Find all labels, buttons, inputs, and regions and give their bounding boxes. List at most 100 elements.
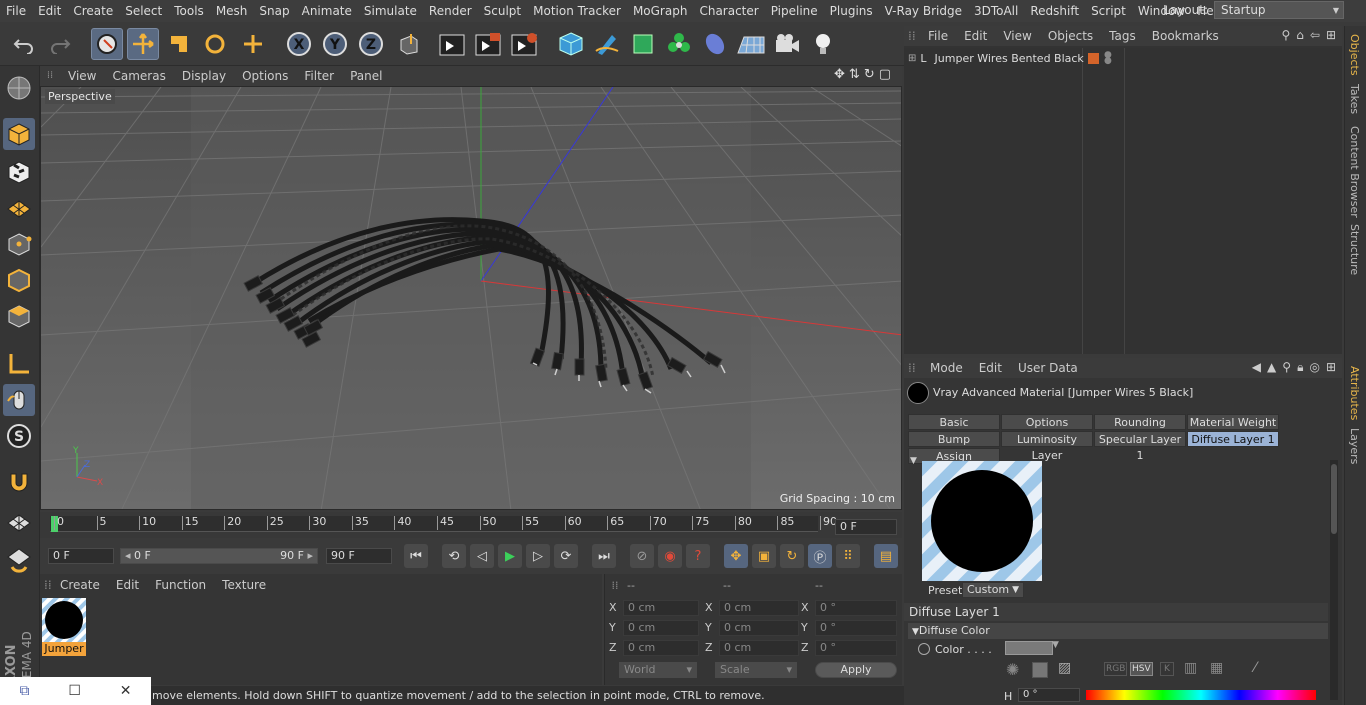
object-menu-file[interactable]: File	[928, 29, 948, 43]
coord-space-dropdown[interactable]: World ▾	[619, 662, 697, 678]
key-parameter-icon[interactable]: Ⓟ	[808, 544, 832, 568]
color-swatch[interactable]	[1005, 641, 1053, 655]
scale-icon[interactable]	[163, 28, 195, 60]
x-axis-icon[interactable]: X	[283, 28, 315, 60]
cloner-icon[interactable]	[663, 28, 695, 60]
tab-rounding[interactable]: Rounding	[1094, 414, 1186, 430]
menu-render[interactable]: Render	[423, 0, 478, 22]
menu-file[interactable]: File	[0, 0, 32, 22]
viewport-menu-view[interactable]: View	[60, 69, 104, 83]
object-menu-edit[interactable]: Edit	[964, 29, 987, 43]
next-key-icon[interactable]: ⟳	[554, 544, 578, 568]
coord-size-field[interactable]: 0 cm	[719, 600, 799, 616]
menu-snap[interactable]: Snap	[253, 0, 295, 22]
object-menu-bookmarks[interactable]: Bookmarks	[1152, 29, 1219, 43]
coord-mode-dropdown[interactable]: Scale ▾	[715, 662, 797, 678]
render-settings-icon[interactable]	[508, 28, 540, 60]
record-active-icon[interactable]: ◉	[658, 544, 682, 568]
snap-icon[interactable]: S	[3, 420, 35, 452]
light-icon[interactable]	[807, 28, 839, 60]
previous-key-icon[interactable]: ⟲	[442, 544, 466, 568]
animate-radio[interactable]	[918, 643, 930, 655]
back-arrow-icon[interactable]: ◀	[1252, 360, 1261, 375]
go-to-end-icon[interactable]: ⏭	[592, 544, 616, 568]
tab-bump[interactable]: Bump	[908, 431, 1000, 447]
attribute-menu-mode[interactable]: Mode	[930, 361, 963, 375]
workplane-icon[interactable]	[3, 508, 35, 540]
recent-tool-icon[interactable]	[237, 28, 269, 60]
range-slider[interactable]: ◂ 0 F 90 F ▸	[120, 548, 318, 564]
render-active-icon[interactable]	[472, 28, 504, 60]
coord-pos-field[interactable]: 0 cm	[623, 640, 699, 656]
subdivision-icon[interactable]	[627, 28, 659, 60]
color-dropdown-arrow-icon[interactable]: ▼	[1052, 640, 1059, 650]
pen-icon[interactable]	[591, 28, 623, 60]
timeline-window-icon[interactable]: ▤	[874, 544, 898, 568]
menu-select[interactable]: Select	[119, 0, 168, 22]
menu-plugins[interactable]: Plugins	[824, 0, 879, 22]
axis-mode-icon[interactable]	[3, 348, 35, 380]
z-axis-icon[interactable]: Z	[355, 28, 387, 60]
material-menu-texture[interactable]: Texture	[222, 578, 266, 592]
object-name[interactable]: Jumper Wires Bented Black	[935, 52, 1084, 65]
home-icon[interactable]: ⌂	[1296, 28, 1304, 42]
object-menu-objects[interactable]: Objects	[1048, 29, 1093, 43]
locked-workplane-icon[interactable]	[3, 544, 35, 576]
side-tab-attributes[interactable]: Attributes	[1348, 366, 1361, 420]
play-icon[interactable]: ▶	[498, 544, 522, 568]
new-window-icon[interactable]: ⊞	[1326, 28, 1336, 42]
side-tab-content-browser[interactable]: Content Browser	[1348, 126, 1361, 218]
kelvin-button[interactable]: K	[1160, 662, 1174, 676]
side-tab-structure[interactable]: Structure	[1348, 224, 1361, 275]
menu-motion-tracker[interactable]: Motion Tracker	[527, 0, 627, 22]
menu-mesh[interactable]: Mesh	[210, 0, 254, 22]
target-icon[interactable]: ◎	[1309, 360, 1319, 375]
swatches-icon[interactable]: ▦	[1210, 660, 1223, 676]
undo-icon[interactable]	[8, 28, 40, 60]
coord-rot-field[interactable]: 0 °	[815, 640, 897, 656]
key-pla-icon[interactable]: ⠿	[836, 544, 860, 568]
back-icon[interactable]: ⇦	[1310, 28, 1320, 42]
viewport-camera-label[interactable]: Perspective	[45, 89, 115, 104]
end-frame-field[interactable]: 90 F	[326, 548, 392, 564]
orbit-view-icon[interactable]: ↻	[864, 67, 875, 82]
workplane-mode-icon[interactable]	[3, 192, 35, 224]
tab-material-weight[interactable]: Material Weight	[1187, 414, 1279, 430]
side-tab-layers[interactable]: Layers	[1348, 428, 1361, 464]
viewport-menu-cameras[interactable]: Cameras	[104, 69, 173, 83]
material-menu-function[interactable]: Function	[155, 578, 206, 592]
timeline-ruler[interactable]: 0 5 10 15 20 25 30 35 40 45 50 55 60 65 70 75 80 85 90 0 F	[40, 512, 902, 538]
tab-specular-layer-1[interactable]: Specular Layer 1	[1094, 431, 1186, 462]
coord-size-field[interactable]: 0 cm	[719, 640, 799, 656]
material-preview[interactable]	[922, 461, 1042, 581]
new-window-icon[interactable]: ⊞	[1326, 360, 1336, 375]
maximize-view-icon[interactable]: ▢	[879, 67, 891, 82]
menu-edit[interactable]: Edit	[32, 0, 67, 22]
layout-dropdown[interactable]: Startup	[1214, 1, 1344, 19]
texture-mode-icon[interactable]	[3, 156, 35, 188]
restore-icon[interactable]: ⧉	[19, 683, 29, 699]
tab-diffuse-layer-1[interactable]: Diffuse Layer 1	[1187, 431, 1279, 447]
deformer-icon[interactable]	[699, 28, 731, 60]
viewport-menu-options[interactable]: Options	[234, 69, 296, 83]
preset-dropdown[interactable]: Custom ▼	[962, 582, 1024, 598]
close-icon[interactable]: ✕	[120, 683, 132, 699]
menu-redshift[interactable]: Redshift	[1024, 0, 1085, 22]
live-select-icon[interactable]	[91, 28, 123, 60]
color-mixer-icon[interactable]: ▥	[1184, 660, 1197, 676]
material-thumbnail[interactable]	[42, 598, 86, 642]
color-wheel-icon[interactable]: ✺	[1006, 660, 1019, 679]
side-tab-takes[interactable]: Takes	[1348, 84, 1361, 114]
tweak-mode-icon[interactable]	[3, 384, 35, 416]
menu-tools[interactable]: Tools	[168, 0, 210, 22]
edges-mode-icon[interactable]	[3, 264, 35, 296]
go-to-start-icon[interactable]: ⏮	[404, 544, 428, 568]
side-tab-objects[interactable]: Objects	[1348, 34, 1361, 76]
autokey-icon[interactable]: ?	[686, 544, 710, 568]
object-row[interactable]: ⊞ L Jumper Wires Bented Black	[908, 52, 1084, 65]
cube-icon[interactable]	[555, 28, 587, 60]
visibility-dots[interactable]: ● ●	[1104, 51, 1112, 66]
current-frame-field[interactable]: 0 F	[835, 519, 897, 535]
key-scale-icon[interactable]: ▣	[752, 544, 776, 568]
search-icon[interactable]: ⚲	[1282, 360, 1291, 375]
